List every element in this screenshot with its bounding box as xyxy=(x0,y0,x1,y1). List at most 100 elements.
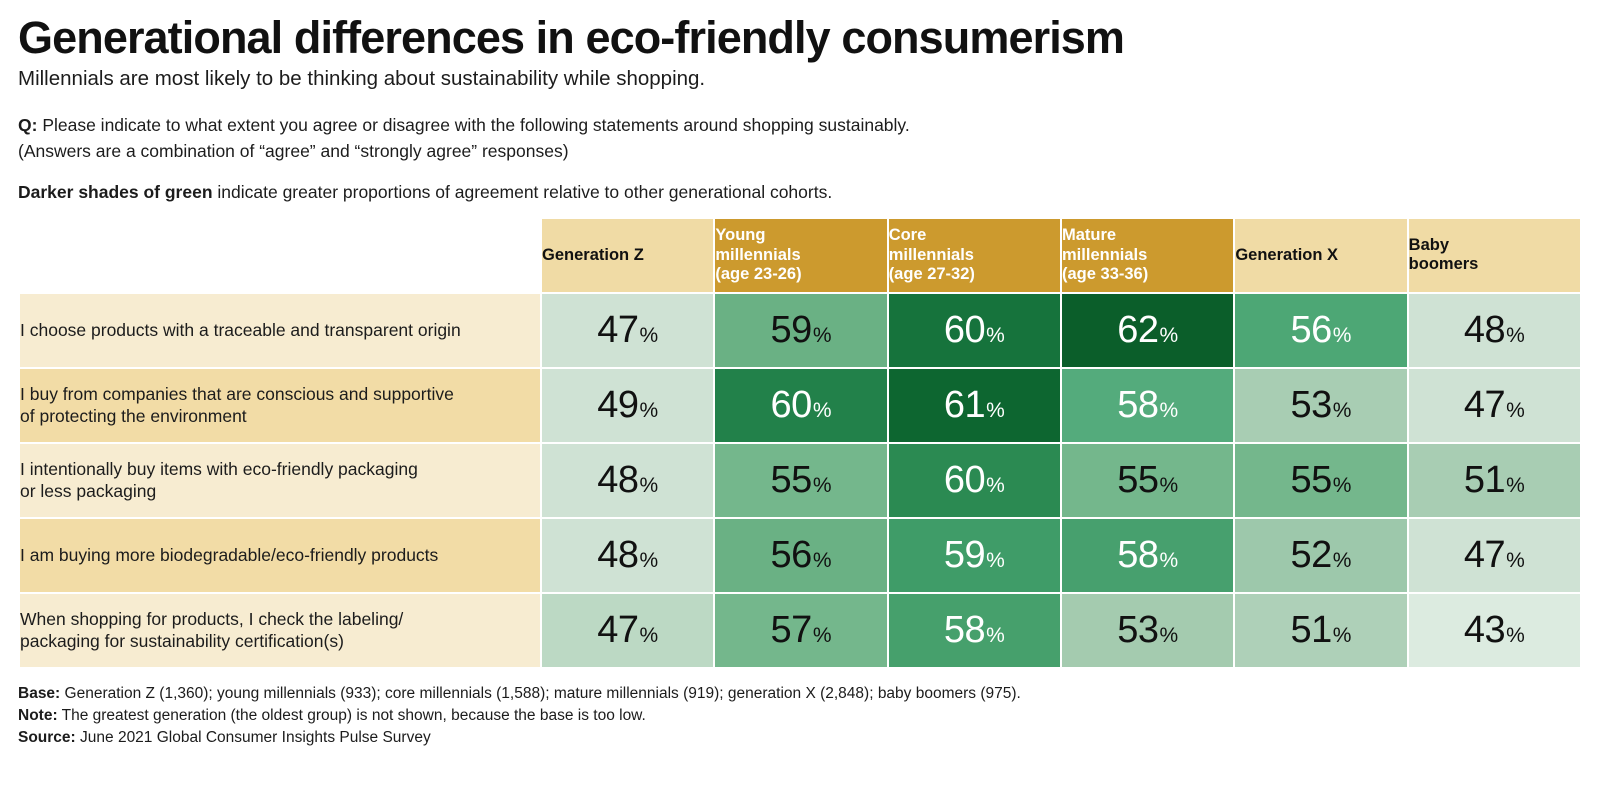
table-row: I intentionally buy items with eco-frien… xyxy=(20,443,1580,517)
table-row: I buy from companies that are conscious … xyxy=(20,368,1580,442)
cell-value: 43 xyxy=(1463,609,1506,652)
cell-percent-symbol: % xyxy=(1159,474,1179,498)
cell-value: 47 xyxy=(1463,534,1506,577)
footer-base-line: Base: Generation Z (1,360); young millen… xyxy=(18,683,1582,705)
data-cell-r1-c4: 62% xyxy=(1062,293,1234,367)
row-label-4: I am buying more biodegradable/eco-frien… xyxy=(20,518,541,592)
data-cell-r5-c5: 51% xyxy=(1235,593,1407,667)
cell-percent-symbol: % xyxy=(639,549,659,573)
cell-percent-symbol: % xyxy=(1506,624,1525,648)
column-header-line: (age 33-36) xyxy=(1062,264,1149,283)
cell-percent-symbol: % xyxy=(812,324,832,348)
column-header-line: Young xyxy=(715,226,766,245)
footer-block: Base: Generation Z (1,360); young millen… xyxy=(0,669,1600,749)
cell-value: 55 xyxy=(1117,459,1159,502)
data-cell-r3-c2: 55% xyxy=(715,443,887,517)
cell-percent-symbol: % xyxy=(1159,324,1179,348)
data-cell-r4-c3: 59% xyxy=(888,518,1061,592)
data-cell-r5-c4: 53% xyxy=(1062,593,1234,667)
cell-percent-symbol: % xyxy=(812,624,832,648)
cell-value: 47 xyxy=(597,609,639,652)
row-label-line: I choose products with a traceable and t… xyxy=(20,319,461,340)
data-cell-r5-c3: 58% xyxy=(888,593,1061,667)
cell-percent-symbol: % xyxy=(1506,474,1525,498)
column-header-line: millennials xyxy=(715,245,801,264)
cell-value: 58 xyxy=(943,609,986,652)
cell-percent-symbol: % xyxy=(639,474,659,498)
question-text: Please indicate to what extent you agree… xyxy=(37,115,910,136)
cell-value: 53 xyxy=(1290,384,1333,427)
cell-percent-symbol: % xyxy=(986,624,1005,648)
cell-value: 51 xyxy=(1290,609,1333,652)
cell-value: 60 xyxy=(943,459,986,502)
header-corner-blank xyxy=(20,218,541,292)
cell-percent-symbol: % xyxy=(812,474,832,498)
data-cell-r4-c2: 56% xyxy=(715,518,887,592)
cell-percent-symbol: % xyxy=(639,324,659,348)
row-label-5: When shopping for products, I check the … xyxy=(20,593,541,667)
cell-percent-symbol: % xyxy=(1332,549,1352,573)
data-cell-r5-c2: 57% xyxy=(715,593,887,667)
row-label-line: I intentionally buy items with eco-frien… xyxy=(20,458,418,479)
column-header-5: Generation X xyxy=(1235,218,1407,292)
page-title: Generational differences in eco-friendly… xyxy=(18,12,1125,63)
table-row: I am buying more biodegradable/eco-frien… xyxy=(20,518,1580,592)
legend-rest-text: indicate greater proportions of agreemen… xyxy=(212,182,833,203)
cell-value: 61 xyxy=(943,384,986,427)
data-cell-r3-c6: 51% xyxy=(1408,443,1580,517)
question-note: (Answers are a combination of “agree” an… xyxy=(18,140,569,161)
cell-percent-symbol: % xyxy=(639,399,659,423)
matrix-header-row: Generation Z Young millennials (age 23-26) C… xyxy=(20,218,1580,292)
footer-source-line: Source: June 2021 Global Consumer Insigh… xyxy=(18,727,1582,749)
column-header-line: Generation X xyxy=(1235,245,1339,264)
cell-value: 55 xyxy=(770,459,813,502)
cell-percent-symbol: % xyxy=(986,399,1005,423)
cell-value: 52 xyxy=(1290,534,1333,577)
column-header-1: Generation Z xyxy=(542,218,714,292)
cell-value: 60 xyxy=(770,384,813,427)
row-label-line: I buy from companies that are conscious … xyxy=(20,383,454,404)
cell-percent-symbol: % xyxy=(1332,399,1352,423)
footer-source-label: Source: xyxy=(18,728,76,746)
cell-percent-symbol: % xyxy=(812,549,832,573)
column-header-6: Baby boomers xyxy=(1408,218,1580,292)
cell-percent-symbol: % xyxy=(1159,624,1179,648)
data-cell-r4-c6: 47% xyxy=(1408,518,1580,592)
cell-percent-symbol: % xyxy=(812,399,832,423)
cell-percent-symbol: % xyxy=(986,549,1005,573)
cell-percent-symbol: % xyxy=(639,624,659,648)
cell-value: 56 xyxy=(1290,309,1333,352)
table-row: I choose products with a traceable and t… xyxy=(20,293,1580,367)
cell-value: 47 xyxy=(1463,384,1506,427)
cell-percent-symbol: % xyxy=(986,324,1005,348)
column-header-2: Young millennials (age 23-26) xyxy=(715,218,887,292)
column-header-line: millennials xyxy=(1062,245,1148,264)
cell-percent-symbol: % xyxy=(1159,399,1179,423)
cell-value: 48 xyxy=(1463,309,1506,352)
cell-percent-symbol: % xyxy=(1332,474,1352,498)
header-block: Generational differences in eco-friendly… xyxy=(0,0,1600,205)
data-cell-r2-c1: 49% xyxy=(542,368,714,442)
cell-value: 59 xyxy=(943,534,986,577)
row-label-line: of protecting the environment xyxy=(20,406,247,427)
data-cell-r2-c5: 53% xyxy=(1235,368,1407,442)
cell-percent-symbol: % xyxy=(1159,549,1179,573)
data-cell-r1-c5: 56% xyxy=(1235,293,1407,367)
column-header-line: millennials xyxy=(888,245,974,264)
data-cell-r4-c1: 48% xyxy=(542,518,714,592)
matrix-table-wrap: Generation Z Young millennials (age 23-26) C… xyxy=(0,217,1600,669)
column-header-3: Core millennials (age 27-32) xyxy=(888,218,1061,292)
cell-value: 57 xyxy=(770,609,813,652)
data-cell-r2-c6: 47% xyxy=(1408,368,1580,442)
row-label-3: I intentionally buy items with eco-frien… xyxy=(20,443,541,517)
footer-base-text: Generation Z (1,360); young millennials … xyxy=(60,684,1021,702)
data-cell-r3-c4: 55% xyxy=(1062,443,1234,517)
footer-note-label: Note: xyxy=(18,706,58,724)
cell-value: 55 xyxy=(1290,459,1333,502)
matrix-body: I choose products with a traceable and t… xyxy=(20,293,1580,667)
question-label: Q: xyxy=(18,115,38,136)
cell-value: 48 xyxy=(597,534,639,577)
row-label-1: I choose products with a traceable and t… xyxy=(20,293,541,367)
cell-value: 58 xyxy=(1117,384,1159,427)
footer-base-label: Base: xyxy=(18,684,61,702)
